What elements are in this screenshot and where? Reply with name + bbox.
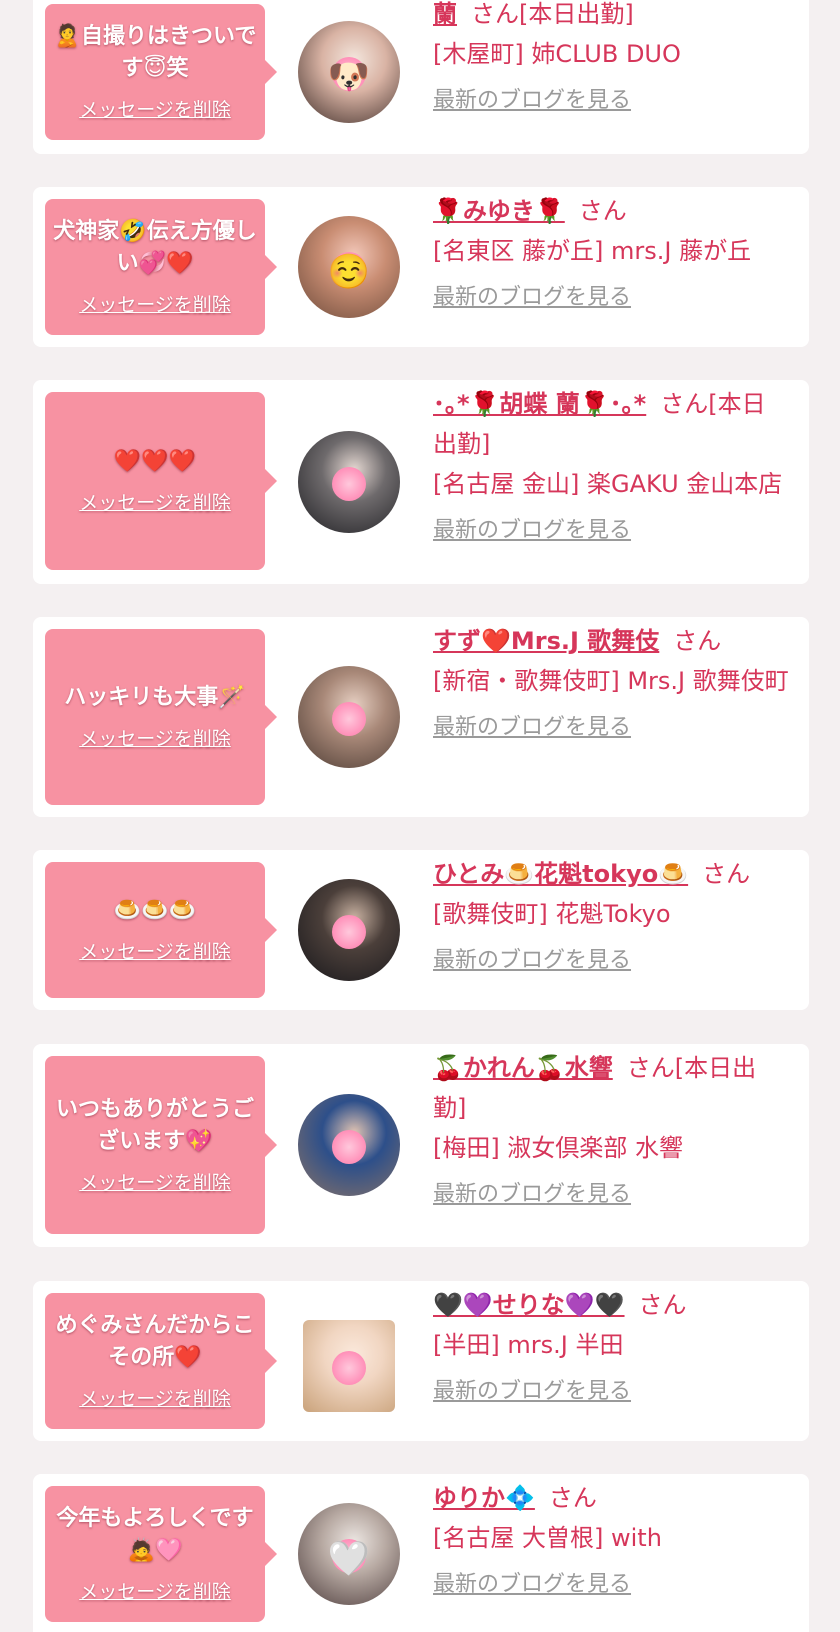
shop-name: [名東区 藤が丘] mrs.J 藤が丘 — [433, 237, 752, 265]
avatar[interactable] — [303, 1320, 395, 1412]
message-bubble: 🍮🍮🍮 メッセージを削除 — [45, 862, 277, 998]
profile-info: ひとみ🍮花魁tokyo🍮 さん [歌舞伎町] 花魁Tokyo 最新のブログを見る — [433, 854, 789, 976]
message-text: 🙎自撮りはきついです😇笑 — [53, 23, 257, 81]
profile-info: ･｡*🌹胡蝶 蘭🌹･｡* さん[本日出勤] [名古屋 金山] 楽GAKU 金山本店… — [433, 384, 789, 546]
name-line: ゆりか💠 さん — [433, 1478, 789, 1518]
profile-info: ゆりか💠 さん [名古屋 大曽根] with 最新のブログを見る — [433, 1478, 789, 1600]
shop-name: [新宿・歌舞伎町] Mrs.J 歌舞伎町 — [433, 667, 789, 695]
favorite-card: ❤️❤️❤️ メッセージを削除 ･｡*🌹胡蝶 蘭🌹･｡* さん[本日出勤] [名古… — [33, 380, 809, 584]
avatar[interactable] — [298, 666, 400, 768]
girl-name-link[interactable]: ･｡*🌹胡蝶 蘭🌹･｡* — [433, 390, 646, 418]
avatar[interactable] — [298, 879, 400, 981]
name-line: ･｡*🌹胡蝶 蘭🌹･｡* さん[本日出勤] — [433, 384, 789, 464]
latest-blog-link[interactable]: 最新のブログを見る — [433, 1570, 789, 1600]
profile-info: すず❤️Mrs.J 歌舞伎 さん [新宿・歌舞伎町] Mrs.J 歌舞伎町 最新の… — [433, 621, 789, 743]
honorific: さん — [702, 860, 751, 888]
shop-name: [木屋町] 姉CLUB DUO — [433, 40, 681, 68]
message-text: ❤️❤️❤️ — [113, 448, 197, 474]
avatar[interactable]: 🐶 — [298, 21, 400, 123]
delete-message-link[interactable]: メッセージを削除 — [79, 937, 231, 964]
message-bubble: ❤️❤️❤️ メッセージを削除 — [45, 392, 277, 570]
honorific: さん[本日出勤] — [471, 0, 634, 28]
profile-info: 🍒かれん🍒水響 さん[本日出勤] [梅田] 淑女倶楽部 水響 最新のブログを見る — [433, 1048, 789, 1210]
message-bubble: 🙎自撮りはきついです😇笑 メッセージを削除 — [45, 4, 277, 140]
name-line: すず❤️Mrs.J 歌舞伎 さん — [433, 621, 789, 661]
message-text: いつもありがとうございます💖 — [55, 1096, 254, 1154]
favorite-card: 犬神家🤣伝え方優しい💞❤️ メッセージを削除 ☺️ 🌹みゆき🌹 さん [名東区 藤… — [33, 187, 809, 347]
shop-name: [歌舞伎町] 花魁Tokyo — [433, 900, 671, 928]
avatar-sticker-icon: 🤍 — [327, 1539, 371, 1580]
avatar[interactable] — [298, 431, 400, 533]
girl-name-link[interactable]: 🍒かれん🍒水響 — [433, 1054, 613, 1082]
message-text: 今年もよろしくです🙇🩷 — [56, 1505, 254, 1563]
shop-name: [名古屋 金山] 楽GAKU 金山本店 — [433, 470, 783, 498]
delete-message-link[interactable]: メッセージを削除 — [79, 1577, 231, 1604]
delete-message-link[interactable]: メッセージを削除 — [79, 95, 231, 122]
avatar[interactable] — [298, 1094, 400, 1196]
shop-name: [名古屋 大曽根] with — [433, 1524, 662, 1552]
favorite-card: いつもありがとうございます💖 メッセージを削除 🍒かれん🍒水響 さん[本日出勤] … — [33, 1044, 809, 1247]
privacy-blur-mark — [332, 1130, 366, 1165]
favorite-card: ハッキリも大事🪄 メッセージを削除 すず❤️Mrs.J 歌舞伎 さん [新宿・歌舞… — [33, 617, 809, 817]
profile-info: 🖤💜せりな💜🖤 さん [半田] mrs.J 半田 最新のブログを見る — [433, 1285, 789, 1407]
avatar-sticker-icon: 🐶 — [327, 57, 371, 98]
shop-name: [半田] mrs.J 半田 — [433, 1331, 624, 1359]
privacy-blur-mark — [332, 467, 366, 502]
delete-message-link[interactable]: メッセージを削除 — [79, 488, 231, 515]
message-text: めぐみさんだからこその所❤️ — [55, 1312, 255, 1370]
latest-blog-link[interactable]: 最新のブログを見る — [433, 946, 789, 976]
honorific: さん — [638, 1291, 687, 1319]
delete-message-link[interactable]: メッセージを削除 — [79, 1384, 231, 1411]
favorite-card: 今年もよろしくです🙇🩷 メッセージを削除 🤍 ゆりか💠 さん [名古屋 大曽根] … — [33, 1474, 809, 1632]
honorific: さん — [548, 1484, 597, 1512]
girl-name-link[interactable]: すず❤️Mrs.J 歌舞伎 — [433, 627, 659, 655]
favorite-list: 🙎自撮りはきついです😇笑 メッセージを削除 🐶 蘭さん[本日出勤] [木屋町] … — [0, 0, 840, 1632]
shop-name: [梅田] 淑女倶楽部 水響 — [433, 1134, 683, 1162]
privacy-blur-mark — [332, 915, 366, 950]
name-line: ひとみ🍮花魁tokyo🍮 さん — [433, 854, 789, 894]
latest-blog-link[interactable]: 最新のブログを見る — [433, 713, 789, 743]
favorite-card: めぐみさんだからこその所❤️ メッセージを削除 🖤💜せりな💜🖤 さん [半田] m… — [33, 1281, 809, 1441]
girl-name-link[interactable]: ひとみ🍮花魁tokyo🍮 — [433, 860, 688, 888]
privacy-blur-mark — [332, 702, 366, 737]
privacy-blur-mark — [332, 1350, 366, 1385]
girl-name-link[interactable]: 🌹みゆき🌹 — [433, 197, 565, 225]
girl-name-link[interactable]: 蘭 — [433, 0, 457, 28]
latest-blog-link[interactable]: 最新のブログを見る — [433, 1377, 789, 1407]
delete-message-link[interactable]: メッセージを削除 — [79, 290, 231, 317]
honorific: さん — [673, 627, 722, 655]
latest-blog-link[interactable]: 最新のブログを見る — [433, 516, 789, 546]
girl-name-link[interactable]: ゆりか💠 — [433, 1484, 535, 1512]
honorific: さん — [578, 197, 627, 225]
message-text: ハッキリも大事🪄 — [64, 684, 246, 710]
profile-info: 🌹みゆき🌹 さん [名東区 藤が丘] mrs.J 藤が丘 最新のブログを見る — [433, 191, 789, 313]
message-bubble: めぐみさんだからこその所❤️ メッセージを削除 — [45, 1293, 277, 1429]
girl-name-link[interactable]: 🖤💜せりな💜🖤 — [433, 1291, 625, 1319]
avatar[interactable]: ☺️ — [298, 216, 400, 318]
avatar-sticker-icon: ☺️ — [327, 252, 371, 293]
delete-message-link[interactable]: メッセージを削除 — [79, 724, 231, 751]
avatar[interactable]: 🤍 — [298, 1503, 400, 1605]
message-text: 🍮🍮🍮 — [113, 897, 197, 923]
message-bubble: ハッキリも大事🪄 メッセージを削除 — [45, 629, 277, 805]
favorite-card: 🍮🍮🍮 メッセージを削除 ひとみ🍮花魁tokyo🍮 さん [歌舞伎町] 花魁Tok… — [33, 850, 809, 1010]
message-bubble: 犬神家🤣伝え方優しい💞❤️ メッセージを削除 — [45, 199, 277, 335]
name-line: 🌹みゆき🌹 さん — [433, 191, 789, 231]
name-line: 蘭さん[本日出勤] — [433, 0, 789, 34]
latest-blog-link[interactable]: 最新のブログを見る — [433, 86, 789, 116]
message-bubble: 今年もよろしくです🙇🩷 メッセージを削除 — [45, 1486, 277, 1622]
latest-blog-link[interactable]: 最新のブログを見る — [433, 1180, 789, 1210]
delete-message-link[interactable]: メッセージを削除 — [79, 1168, 231, 1195]
message-bubble: いつもありがとうございます💖 メッセージを削除 — [45, 1056, 277, 1234]
favorite-card: 🙎自撮りはきついです😇笑 メッセージを削除 🐶 蘭さん[本日出勤] [木屋町] … — [33, 0, 809, 154]
name-line: 🍒かれん🍒水響 さん[本日出勤] — [433, 1048, 789, 1128]
name-line: 🖤💜せりな💜🖤 さん — [433, 1285, 789, 1325]
message-text: 犬神家🤣伝え方優しい💞❤️ — [53, 218, 257, 276]
latest-blog-link[interactable]: 最新のブログを見る — [433, 283, 789, 313]
profile-info: 蘭さん[本日出勤] [木屋町] 姉CLUB DUO 最新のブログを見る — [433, 0, 789, 116]
